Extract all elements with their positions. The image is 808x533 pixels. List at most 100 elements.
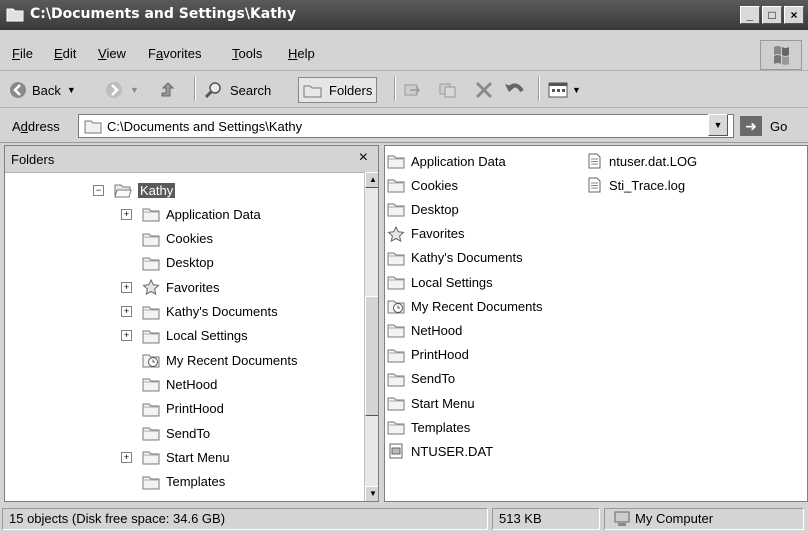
up-folder-icon (161, 82, 175, 97)
tree-item[interactable]: − Kathy (93, 178, 176, 202)
file-list-item[interactable]: Templates (387, 416, 470, 438)
forward-button[interactable]: ▼ (104, 79, 139, 101)
expand-icon[interactable]: + (121, 281, 132, 293)
menu-label: ile (19, 46, 33, 61)
folders-pane: Folders × − Kathy + Application Data Cookies… (4, 145, 379, 502)
file-list-item[interactable]: Local Settings (387, 271, 493, 293)
tree-item-label: My Recent Documents (166, 352, 298, 368)
expand-icon[interactable]: + (121, 306, 132, 317)
undo-button[interactable] (504, 79, 526, 101)
copy-to-icon (439, 83, 456, 98)
file-list-item-label: My Recent Documents (411, 298, 543, 314)
tree-item[interactable]: SendTo (121, 421, 210, 445)
folder-icon (387, 371, 411, 387)
file-list-item[interactable]: SendTo (387, 368, 455, 390)
tree-item[interactable]: PrintHood (121, 397, 224, 421)
folders-button[interactable]: Folders (298, 77, 378, 103)
menu-file[interactable]: File (12, 46, 33, 61)
folder-icon (387, 274, 411, 290)
tree-item[interactable]: My Recent Documents (121, 348, 298, 372)
window-title: C:\Documents and Settings\Kathy (30, 6, 297, 22)
menu-label: ools (238, 46, 263, 61)
folder-icon (142, 206, 166, 222)
tree-item[interactable]: + Application Data (121, 202, 261, 226)
my-computer-icon (614, 511, 630, 526)
folder-icon (142, 376, 166, 392)
tree-item[interactable]: Desktop (121, 251, 214, 275)
copy-to-button[interactable] (438, 79, 458, 101)
search-button[interactable]: Search (204, 79, 271, 101)
menu-favorites[interactable]: Favorites (148, 46, 201, 61)
folder-icon (142, 474, 166, 490)
menu-bar: File Edit View Favorites Tools Help (0, 36, 808, 71)
folder-icon (84, 120, 102, 134)
file-list-item[interactable]: NTUSER.DAT (387, 440, 493, 462)
close-icon[interactable]: × (359, 149, 368, 167)
tree-item[interactable]: NetHood (121, 372, 217, 396)
tree-item[interactable]: + Local Settings (121, 324, 248, 348)
title-bar[interactable]: C:\Documents and Settings\Kathy _ □ × (0, 0, 808, 30)
menu-tools[interactable]: Tools (232, 46, 262, 61)
tree-item-label: Start Menu (166, 449, 230, 465)
scrollbar-thumb[interactable] (365, 296, 378, 416)
file-list-item[interactable]: ntuser.dat.LOG (585, 150, 697, 172)
folder-icon (142, 425, 166, 441)
menu-edit[interactable]: Edit (54, 46, 76, 61)
minimize-button[interactable]: _ (740, 6, 760, 24)
folders-scrollbar[interactable]: ▲ ▼ (364, 172, 378, 501)
file-list-item[interactable]: NetHood (387, 319, 462, 341)
file-list-item[interactable]: Desktop (387, 198, 459, 220)
go-button[interactable]: Go (770, 119, 787, 134)
status-location-label: My Computer (635, 511, 714, 526)
delete-button[interactable] (474, 79, 494, 101)
back-label: Back (32, 82, 61, 98)
tree-item[interactable]: + Kathy's Documents (121, 300, 278, 324)
move-to-icon (404, 84, 421, 96)
file-list-item[interactable]: Kathy's Documents (387, 247, 523, 269)
close-button[interactable]: × (784, 6, 804, 24)
back-arrow-icon (10, 82, 26, 98)
text-file-icon (585, 153, 609, 169)
scroll-up-arrow-icon[interactable]: ▲ (365, 172, 378, 188)
file-list-item[interactable]: Sti_Trace.log (585, 174, 685, 196)
recent-docs-icon (142, 352, 166, 368)
status-size: 513 KB (492, 508, 600, 530)
tree-item[interactable]: + Favorites (121, 275, 219, 299)
expand-icon[interactable]: + (121, 208, 132, 220)
expand-icon[interactable]: + (121, 330, 132, 342)
address-input[interactable]: C:\Documents and Settings\Kathy (78, 114, 734, 138)
maximize-button[interactable]: □ (762, 6, 782, 24)
file-list-item[interactable]: PrintHood (387, 344, 469, 366)
menu-accel: H (288, 46, 298, 61)
file-list-item-label: NTUSER.DAT (411, 443, 494, 459)
tree-item-label: Kathy (138, 182, 176, 198)
tree-item[interactable]: Templates (121, 470, 225, 494)
file-list-item-label: Local Settings (411, 274, 493, 290)
views-icon (548, 82, 568, 98)
file-list-item[interactable]: My Recent Documents (387, 295, 543, 317)
file-list-item[interactable]: Cookies (387, 174, 458, 196)
tree-item[interactable]: Cookies (121, 227, 213, 251)
menu-label: iew (106, 46, 126, 61)
expand-icon[interactable]: + (121, 451, 132, 463)
menu-help[interactable]: Help (288, 46, 315, 61)
collapse-icon[interactable]: − (93, 184, 104, 196)
tree-item[interactable]: + Start Menu (121, 445, 230, 469)
file-list-item[interactable]: Start Menu (387, 392, 475, 414)
up-folder-button[interactable] (158, 79, 178, 101)
views-button[interactable]: ▼ (548, 79, 581, 101)
tree-item-label: NetHood (166, 376, 218, 392)
move-to-button[interactable] (402, 79, 422, 101)
go-arrow-icon[interactable]: ➜ (740, 116, 762, 136)
scroll-down-arrow-icon[interactable]: ▼ (365, 486, 378, 501)
file-list-item[interactable]: Application Data (387, 150, 506, 172)
chevron-down-icon: ▼ (572, 85, 581, 95)
back-button[interactable]: Back ▼ (8, 79, 76, 101)
file-list-item-label: ntuser.dat.LOG (609, 153, 698, 169)
tree-item-label: Templates (166, 474, 226, 490)
file-list-item-label: Desktop (411, 201, 459, 217)
menu-view[interactable]: View (98, 46, 126, 61)
file-list-item[interactable]: Favorites (387, 223, 464, 245)
address-dropdown-button[interactable]: ▼ (708, 114, 728, 136)
file-list-item-label: Start Menu (411, 395, 475, 411)
